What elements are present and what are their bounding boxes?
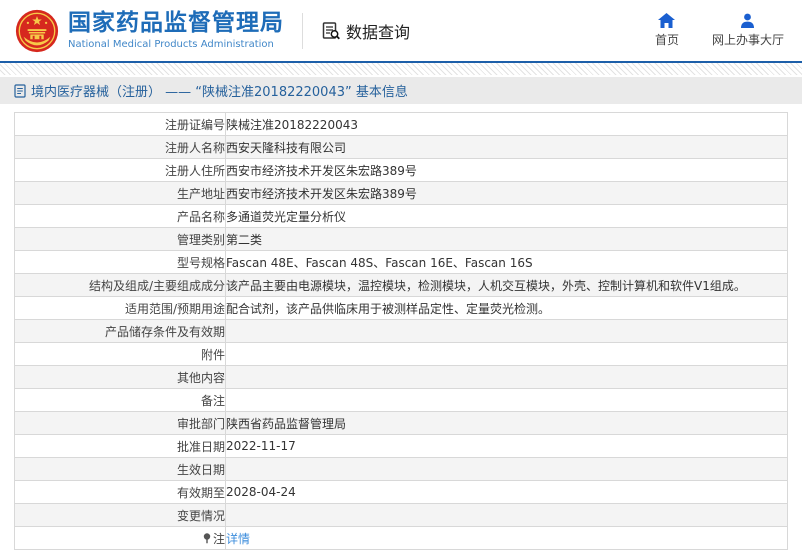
row-label: 变更情况 bbox=[14, 503, 226, 527]
row-label: 有效期至 bbox=[14, 480, 226, 504]
table-row: 管理类别 第二类 bbox=[14, 227, 788, 251]
row-value bbox=[225, 503, 788, 527]
row-label: 注册人名称 bbox=[14, 135, 226, 159]
doc-search-icon bbox=[322, 21, 340, 39]
row-value: 陕西省药品监督管理局 bbox=[225, 411, 788, 435]
row-label: 生产地址 bbox=[14, 181, 226, 205]
person-icon bbox=[741, 13, 755, 28]
header-divider bbox=[302, 12, 303, 49]
table-row: 结构及组成/主要组成成分 该产品主要由电源模块，温控模块，检测模块，人机交互模块… bbox=[14, 273, 788, 297]
table-row: 产品储存条件及有效期 bbox=[14, 319, 788, 343]
row-value: 配合试剂，该产品供临床用于被测样品定性、定量荧光检测。 bbox=[225, 296, 788, 320]
row-label: 生效日期 bbox=[14, 457, 226, 481]
site-subtitle: National Medical Products Administration bbox=[68, 39, 274, 51]
table-row: 其他内容 bbox=[14, 365, 788, 389]
breadcrumb-bar: 境内医疗器械（注册） —— “陕械注准20182220043” 基本信息 bbox=[0, 77, 802, 104]
table-row: 备注 bbox=[14, 388, 788, 412]
table-row: 有效期至 2028-04-24 bbox=[14, 480, 788, 504]
breadcrumb: 境内医疗器械（注册） —— “陕械注准20182220043” 基本信息 bbox=[31, 85, 408, 100]
row-value: 2028-04-24 bbox=[225, 480, 788, 504]
row-value bbox=[225, 342, 788, 366]
row-value: 西安天隆科技有限公司 bbox=[225, 135, 788, 159]
row-value: 详情 bbox=[225, 526, 788, 550]
table-row: 型号规格 Fascan 48E、Fascan 48S、Fascan 16E、Fa… bbox=[14, 250, 788, 274]
table-row: 批准日期 2022-11-17 bbox=[14, 434, 788, 458]
table-row: 产品名称 多通道荧光定量分析仪 bbox=[14, 204, 788, 228]
document-icon bbox=[14, 83, 26, 98]
row-label: 其他内容 bbox=[14, 365, 226, 389]
detail-link[interactable]: 详情 bbox=[227, 532, 251, 546]
logo-text: 国家药品监督管理局 National Medical Products Admi… bbox=[68, 9, 284, 51]
site-logo[interactable]: 国家药品监督管理局 National Medical Products Admi… bbox=[14, 8, 284, 54]
row-value: 2022-11-17 bbox=[225, 434, 788, 458]
site-header: 国家药品监督管理局 National Medical Products Admi… bbox=[0, 0, 802, 63]
info-table-wrap: 注册证编号 陕械注准20182220043 注册人名称 西安天隆科技有限公司 注… bbox=[14, 112, 788, 550]
row-label: 型号规格 bbox=[14, 250, 226, 274]
row-value bbox=[225, 319, 788, 343]
site-title: 国家药品监督管理局 bbox=[68, 9, 284, 36]
row-label: 注册证编号 bbox=[14, 112, 226, 136]
nav-home[interactable]: 首页 bbox=[650, 13, 684, 48]
page: 国家药品监督管理局 National Medical Products Admi… bbox=[0, 0, 802, 558]
table-row: 注册人住所 西安市经济技术开发区朱宏路389号 bbox=[14, 158, 788, 182]
row-value: 西安市经济技术开发区朱宏路389号 bbox=[225, 158, 788, 182]
header-nav: 首页 网上办事大厅 bbox=[650, 13, 788, 48]
info-table: 注册证编号 陕械注准20182220043 注册人名称 西安天隆科技有限公司 注… bbox=[14, 112, 788, 550]
row-label: 注 bbox=[14, 526, 226, 550]
table-row: 注册证编号 陕械注准20182220043 bbox=[14, 112, 788, 136]
nav-service-hall-label: 网上办事大厅 bbox=[711, 33, 784, 47]
row-label: 备注 bbox=[14, 388, 226, 412]
row-value: 西安市经济技术开发区朱宏路389号 bbox=[225, 181, 788, 205]
row-value bbox=[225, 457, 788, 481]
table-row: 附件 bbox=[14, 342, 788, 366]
row-label: 结构及组成/主要组成成分 bbox=[14, 273, 226, 297]
table-row: 变更情况 bbox=[14, 503, 788, 527]
table-row: 适用范围/预期用途 配合试剂，该产品供临床用于被测样品定性、定量荧光检测。 bbox=[14, 296, 788, 320]
row-value: 多通道荧光定量分析仪 bbox=[225, 204, 788, 228]
home-icon bbox=[658, 13, 676, 28]
row-label: 注册人住所 bbox=[14, 158, 226, 182]
national-emblem-icon bbox=[15, 9, 59, 52]
row-value bbox=[225, 388, 788, 412]
row-label: 适用范围/预期用途 bbox=[14, 296, 226, 320]
row-label: 产品储存条件及有效期 bbox=[14, 319, 226, 343]
row-label: 产品名称 bbox=[14, 204, 226, 228]
table-row: 注 详情 bbox=[14, 526, 788, 550]
row-label: 审批部门 bbox=[14, 411, 226, 435]
table-row: 生产地址 西安市经济技术开发区朱宏路389号 bbox=[14, 181, 788, 205]
row-value: 第二类 bbox=[225, 227, 788, 251]
row-value: Fascan 48E、Fascan 48S、Fascan 16E、Fascan … bbox=[225, 250, 788, 274]
data-query-section[interactable]: 数据查询 bbox=[321, 19, 410, 43]
row-value: 陕械注准20182220043 bbox=[225, 112, 788, 136]
data-query-label: 数据查询 bbox=[346, 22, 411, 42]
table-row: 生效日期 bbox=[14, 457, 788, 481]
pin-icon bbox=[203, 532, 211, 543]
table-row: 注册人名称 西安天隆科技有限公司 bbox=[14, 135, 788, 159]
row-label: 附件 bbox=[14, 342, 226, 366]
nav-service-hall[interactable]: 网上办事大厅 bbox=[712, 13, 784, 48]
nav-home-label: 首页 bbox=[654, 33, 679, 47]
row-value: 该产品主要由电源模块，温控模块，检测模块，人机交互模块，外壳、控制计算机和软件V… bbox=[225, 273, 788, 297]
decorative-stripe bbox=[0, 63, 802, 75]
row-label: 管理类别 bbox=[14, 227, 226, 251]
row-value bbox=[225, 365, 788, 389]
table-row: 审批部门 陕西省药品监督管理局 bbox=[14, 411, 788, 435]
info-table-body: 注册证编号 陕械注准20182220043 注册人名称 西安天隆科技有限公司 注… bbox=[14, 112, 788, 550]
row-label: 批准日期 bbox=[14, 434, 226, 458]
